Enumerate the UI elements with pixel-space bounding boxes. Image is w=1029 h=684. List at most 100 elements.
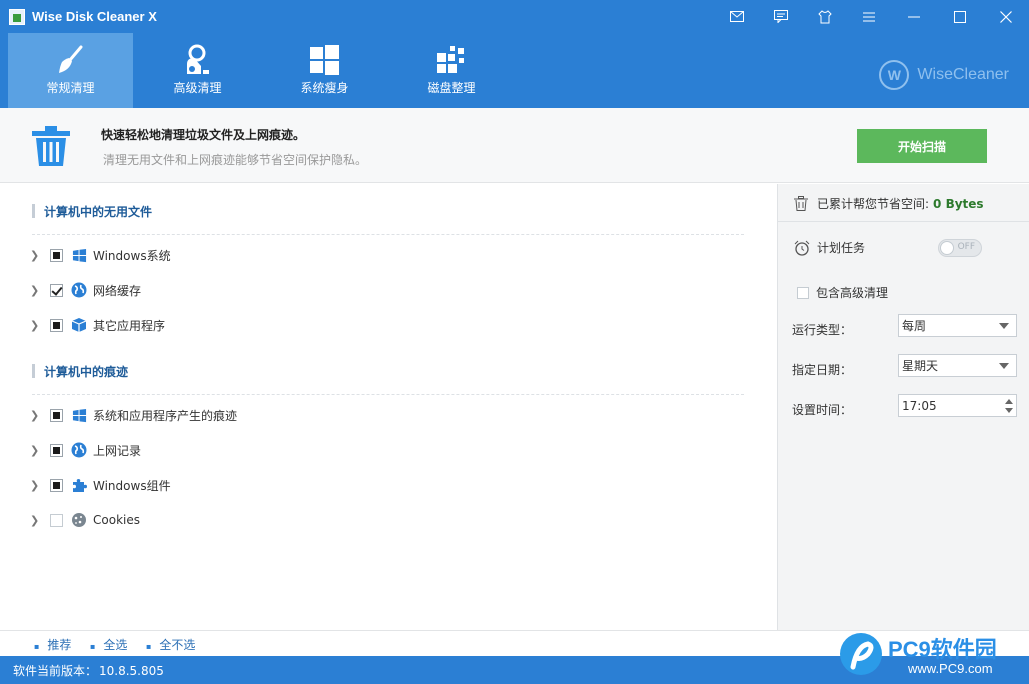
- package-icon: [71, 317, 87, 333]
- item-label: Cookies: [93, 513, 140, 527]
- item-label: 其它应用程序: [93, 318, 166, 333]
- tab-system-slim[interactable]: 系统瘦身: [262, 33, 387, 108]
- saved-space-value: 0 Bytes: [933, 196, 984, 211]
- item-label: 系统和应用程序产生的痕迹: [93, 408, 238, 423]
- trash-small-icon: [794, 196, 808, 211]
- cookie-icon: [71, 512, 87, 528]
- checkbox-windows-system[interactable]: [50, 248, 63, 262]
- feedback-icon[interactable]: [759, 0, 803, 33]
- item-label: 网络缓存: [93, 283, 142, 298]
- skin-icon[interactable]: [803, 0, 847, 33]
- recommend-link[interactable]: 推荐: [34, 636, 71, 653]
- tab-regular-clean[interactable]: 常规清理: [8, 33, 133, 108]
- item-label: Windows组件: [93, 478, 171, 493]
- close-icon[interactable]: [983, 0, 1029, 33]
- list-item-windows-components[interactable]: ❯ Windows组件: [30, 476, 171, 494]
- mail-icon[interactable]: [715, 0, 759, 33]
- menu-icon[interactable]: [847, 0, 891, 33]
- checkbox-other-apps[interactable]: [50, 318, 63, 332]
- chevron-right-icon[interactable]: ❯: [30, 514, 42, 527]
- list-item-system-traces[interactable]: ❯ 系统和应用程序产生的痕迹: [30, 406, 237, 424]
- checkbox-cookies[interactable]: [50, 513, 63, 527]
- watermark-url: www.PC9.com: [908, 661, 993, 676]
- brand-mark: W: [879, 60, 910, 90]
- alarm-clock-icon: [794, 240, 810, 256]
- schedule-task-label: 计划任务: [817, 241, 866, 255]
- time-label: 设置时间：: [792, 403, 853, 417]
- window-controls: [715, 0, 1029, 33]
- day-label: 指定日期：: [792, 363, 853, 377]
- clean-items-panel: 计算机中的无用文件 ❯ Windows系统 ❯ 网络缓存 ❯ 其它应用程序 计算…: [4, 184, 778, 630]
- list-item-cookies[interactable]: ❯ Cookies: [30, 511, 140, 529]
- chevron-right-icon[interactable]: ❯: [30, 444, 42, 457]
- run-type-value: 每周: [902, 319, 927, 333]
- list-item-browsing-history[interactable]: ❯ 上网记录: [30, 441, 141, 459]
- window-title: Wise Disk Cleaner X: [32, 9, 157, 24]
- brand-name: WiseCleaner: [917, 66, 1009, 83]
- version-number: 10.8.5.805: [99, 664, 164, 678]
- saved-space-label: 已累计帮您节省空间:: [817, 197, 930, 211]
- chevron-right-icon[interactable]: ❯: [30, 284, 42, 297]
- select-all-link[interactable]: 全选: [90, 636, 127, 653]
- windows-icon: [71, 247, 87, 263]
- checkbox-browsing-history[interactable]: [50, 443, 63, 457]
- select-none-link[interactable]: 全不选: [146, 636, 195, 653]
- maximize-icon[interactable]: [937, 0, 983, 33]
- windows-icon: [71, 407, 87, 423]
- dropdown-arrow-icon: [999, 323, 1009, 329]
- checkbox-windows-components[interactable]: [50, 478, 63, 492]
- globe-icon: [71, 442, 87, 458]
- spinner-arrows-icon[interactable]: [1004, 397, 1014, 415]
- item-label: Windows系统: [93, 248, 171, 263]
- toggle-state-text: OFF: [957, 242, 975, 252]
- checkbox-web-cache[interactable]: [50, 283, 63, 297]
- wisecleaner-logo: W WiseCleaner: [879, 60, 1009, 90]
- list-item-web-cache[interactable]: ❯ 网络缓存: [30, 281, 141, 299]
- tab-label: 高级清理: [173, 81, 222, 95]
- toggle-knob: [940, 241, 954, 255]
- section-divider: [32, 394, 744, 395]
- checkbox-system-traces[interactable]: [50, 408, 63, 422]
- time-input[interactable]: 17:05: [898, 394, 1017, 417]
- start-scan-button[interactable]: 开始扫描: [857, 129, 987, 163]
- tab-label: 系统瘦身: [300, 81, 349, 95]
- tab-label: 常规清理: [46, 81, 95, 95]
- main-toolbar: 常规清理 高级清理 系统瘦身 磁盘整理 W WiseCleaner: [0, 33, 1029, 108]
- day-select[interactable]: 星期天: [898, 354, 1017, 377]
- tab-disk-defrag[interactable]: 磁盘整理: [389, 33, 514, 108]
- chevron-right-icon[interactable]: ❯: [30, 319, 42, 332]
- defrag-blocks-icon: [437, 46, 464, 73]
- windows-logo-icon: [310, 45, 339, 75]
- app-icon: [9, 8, 25, 25]
- version-text: 软件当前版本： 10.8.5.805: [13, 662, 164, 679]
- section-divider: [32, 234, 744, 235]
- chevron-right-icon[interactable]: ❯: [30, 479, 42, 492]
- list-item-windows-system[interactable]: ❯ Windows系统: [30, 246, 171, 264]
- panel-separator: [778, 221, 1029, 222]
- include-advanced-row[interactable]: 包含高级清理: [797, 284, 888, 301]
- puzzle-icon: [71, 477, 87, 493]
- pc9-logo-icon: [840, 633, 882, 675]
- banner-subline: 清理无用文件和上网痕迹能够节省空间保护隐私。: [103, 153, 368, 167]
- title-bar: Wise Disk Cleaner X: [0, 0, 1029, 33]
- banner-headline: 快速轻松地清理垃圾文件及上网痕迹。: [101, 128, 306, 142]
- dropdown-arrow-icon: [999, 363, 1009, 369]
- globe-icon: [71, 282, 87, 298]
- schedule-panel: 已累计帮您节省空间: 0 Bytes 计划任务 OFF 包含高级清理 运行类型：…: [777, 184, 1029, 630]
- list-item-other-apps[interactable]: ❯ 其它应用程序: [30, 316, 165, 334]
- watermark-logo-text: PC9软件园: [888, 637, 997, 662]
- chevron-right-icon[interactable]: ❯: [30, 249, 42, 262]
- tab-advanced-clean[interactable]: 高级清理: [135, 33, 260, 108]
- schedule-task-row: 计划任务: [794, 239, 865, 256]
- include-advanced-checkbox[interactable]: [797, 286, 809, 299]
- vacuum-icon: [187, 44, 209, 74]
- broom-icon: [59, 45, 83, 73]
- run-type-select[interactable]: 每周: [898, 314, 1017, 337]
- item-label: 上网记录: [93, 443, 142, 458]
- minimize-icon[interactable]: [891, 0, 937, 33]
- info-banner: 快速轻松地清理垃圾文件及上网痕迹。 清理无用文件和上网痕迹能够节省空间保护隐私。…: [0, 108, 1029, 183]
- pc9-watermark: PC9软件园 www.PC9.com: [838, 630, 1029, 684]
- chevron-right-icon[interactable]: ❯: [30, 409, 42, 422]
- schedule-toggle[interactable]: OFF: [938, 239, 982, 257]
- tab-label: 磁盘整理: [427, 81, 476, 95]
